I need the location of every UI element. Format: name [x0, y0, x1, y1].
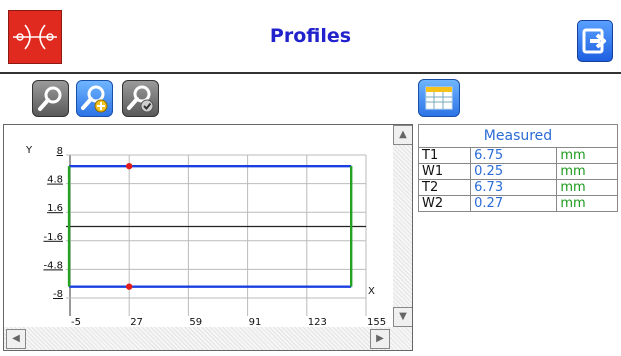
- table-row: T2 6.73 mm: [417, 179, 618, 196]
- x-tick-label: -5: [71, 317, 81, 327]
- x-tick-label: 155: [367, 317, 386, 327]
- magnifier-check-icon: [127, 85, 154, 113]
- zoom-in-tool-button[interactable]: [76, 80, 113, 117]
- page-title: Profiles: [269, 25, 352, 47]
- vertical-scrollbar[interactable]: ▲ ▼: [393, 125, 412, 327]
- header-divider: [0, 72, 621, 74]
- table-row: W2 0.27 mm: [417, 195, 618, 212]
- magnifier-icon: [38, 86, 62, 111]
- x-tick-label: 91: [249, 317, 262, 327]
- y-tick-label: 1.6: [47, 203, 63, 214]
- measured-panel: Measured T1 6.75 mm W1 0.25 mm T2 6.73 m…: [417, 124, 621, 351]
- y-axis-label: Y: [25, 145, 33, 156]
- profile-chart: -5 27 59 91 123 155 8 4.8 1.6 -1.6 -4.8 -8 Y X: [25, 145, 386, 327]
- measured-header: Measured: [418, 124, 618, 148]
- horizontal-scrollbar[interactable]: ◀ ▶: [4, 327, 412, 350]
- zoom-tool-button[interactable]: [32, 80, 69, 117]
- exit-button[interactable]: [577, 20, 613, 62]
- exit-icon: [582, 28, 606, 54]
- profile-chart-panel: -5 27 59 91 123 155 8 4.8 1.6 -1.6 -4.8 -8 Y X ▲ ▼ ◀ …: [3, 124, 413, 351]
- row-label: W2: [417, 195, 472, 212]
- x-axis-label: X: [368, 286, 375, 297]
- magnifier-plus-icon: [81, 85, 108, 113]
- row-value: 0.27: [470, 195, 558, 212]
- y-tick-label: 8: [57, 146, 63, 157]
- table-icon: [425, 86, 453, 110]
- table-view-button[interactable]: [418, 79, 460, 117]
- y-tick-label: -8: [53, 289, 63, 300]
- row-label: T2: [417, 179, 472, 196]
- table-row: T1 6.75 mm: [417, 147, 618, 164]
- row-unit: mm: [556, 147, 618, 164]
- row-label: T1: [417, 147, 472, 164]
- y-tick-label: -4.8: [43, 260, 63, 271]
- row-label: W1: [417, 163, 472, 180]
- row-unit: mm: [556, 179, 618, 196]
- x-tick-label: 59: [189, 317, 202, 327]
- y-tick-label: 4.8: [47, 175, 63, 186]
- row-value: 6.75: [470, 147, 558, 164]
- table-row: W1 0.25 mm: [417, 163, 618, 180]
- scroll-left-icon[interactable]: ◀: [6, 329, 26, 349]
- row-value: 6.73: [470, 179, 558, 196]
- x-tick-label: 27: [130, 317, 143, 327]
- x-tick-label: 123: [308, 317, 327, 327]
- data-point: [126, 162, 133, 170]
- scroll-up-icon[interactable]: ▲: [393, 125, 412, 145]
- measured-table: Measured T1 6.75 mm W1 0.25 mm T2 6.73 m…: [417, 124, 618, 212]
- row-unit: mm: [556, 163, 618, 180]
- scroll-down-icon[interactable]: ▼: [393, 307, 412, 327]
- row-value: 0.25: [470, 163, 558, 180]
- zoom-check-tool-button[interactable]: [122, 80, 159, 117]
- row-unit: mm: [556, 195, 618, 212]
- data-point: [126, 283, 133, 290]
- y-tick-label: -1.6: [43, 232, 63, 243]
- scroll-right-icon[interactable]: ▶: [370, 329, 390, 349]
